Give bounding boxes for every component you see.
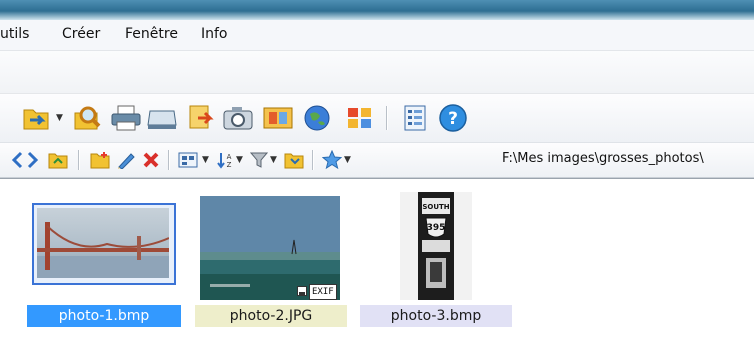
delete-icon[interactable] bbox=[142, 151, 160, 169]
folder-dropdown-arrow-icon[interactable]: ▼ bbox=[56, 113, 63, 123]
parent-folder-icon[interactable] bbox=[48, 151, 68, 169]
folder-dropdown-icon[interactable] bbox=[22, 104, 52, 132]
scanner-icon[interactable] bbox=[146, 105, 178, 131]
filter-dropdown-icon[interactable]: ▼ bbox=[270, 155, 277, 165]
web-globe-icon[interactable] bbox=[302, 104, 332, 132]
favorites-star-icon[interactable] bbox=[322, 150, 342, 170]
exif-badge: EXIF bbox=[309, 284, 337, 300]
file-name-photo-3[interactable]: photo-3.bmp bbox=[360, 305, 512, 327]
svg-text:?: ? bbox=[448, 109, 458, 129]
thumbnail-grid-icon[interactable] bbox=[346, 106, 374, 130]
toolbar-separator bbox=[168, 150, 169, 170]
main-toolbar: ▼ ? bbox=[0, 94, 754, 143]
toolbar-separator bbox=[386, 106, 387, 130]
svg-text:A: A bbox=[227, 153, 232, 161]
sort-icon[interactable]: A Z bbox=[216, 151, 234, 169]
help-icon[interactable]: ? bbox=[438, 103, 468, 133]
forward-arrow-icon[interactable] bbox=[26, 151, 40, 169]
file-name-photo-2[interactable]: photo-2.JPG bbox=[195, 305, 347, 327]
view-mode-dropdown-icon[interactable]: ▼ bbox=[202, 155, 209, 165]
favorites-dropdown-icon[interactable]: ▼ bbox=[344, 155, 351, 165]
thumbnail-badge-icon bbox=[297, 286, 307, 296]
toolbar-separator bbox=[78, 150, 79, 170]
navigation-toolbar: ▼ A Z ▼ ▼ ▼ F:\Mes images\grosses_photos… bbox=[0, 143, 754, 178]
back-arrow-icon[interactable] bbox=[10, 151, 24, 169]
printer-icon[interactable] bbox=[110, 105, 142, 131]
search-folder-icon[interactable] bbox=[72, 103, 102, 133]
menu-bar: utils Créer Fenêtre Info bbox=[0, 20, 754, 51]
thumbnail-area: EXIF SOUTH 395 photo-1.bmp photo-2.JPG p… bbox=[0, 178, 754, 345]
menu-creer[interactable]: Créer bbox=[62, 26, 100, 42]
thumbnail-photo-1[interactable] bbox=[37, 208, 169, 278]
toolbar-separator bbox=[312, 150, 313, 170]
rename-pencil-icon[interactable] bbox=[116, 151, 136, 169]
filter-icon[interactable] bbox=[250, 151, 268, 169]
camera-icon[interactable] bbox=[222, 105, 254, 131]
thumbnail-photo-3[interactable]: SOUTH 395 bbox=[400, 192, 472, 300]
window-titlebar bbox=[0, 0, 754, 20]
slideshow-icon[interactable] bbox=[262, 105, 294, 131]
view-mode-icon[interactable] bbox=[178, 151, 198, 169]
file-name-photo-1[interactable]: photo-1.bmp bbox=[27, 305, 181, 327]
sort-dropdown-icon[interactable]: ▼ bbox=[236, 155, 243, 165]
svg-text:395: 395 bbox=[427, 223, 446, 233]
new-folder-icon[interactable] bbox=[90, 151, 110, 169]
menu-info[interactable]: Info bbox=[201, 26, 228, 42]
svg-text:Z: Z bbox=[227, 161, 232, 169]
folder-path[interactable]: F:\Mes images\grosses_photos\ bbox=[502, 151, 704, 166]
toolbar-empty-band bbox=[0, 51, 754, 94]
list-view-icon[interactable] bbox=[402, 104, 428, 132]
svg-text:SOUTH: SOUTH bbox=[422, 203, 449, 211]
export-icon[interactable] bbox=[184, 104, 216, 132]
menu-outils[interactable]: utils bbox=[0, 26, 29, 42]
folder-sync-icon[interactable] bbox=[284, 151, 304, 169]
menu-fenetre[interactable]: Fenêtre bbox=[125, 26, 178, 42]
